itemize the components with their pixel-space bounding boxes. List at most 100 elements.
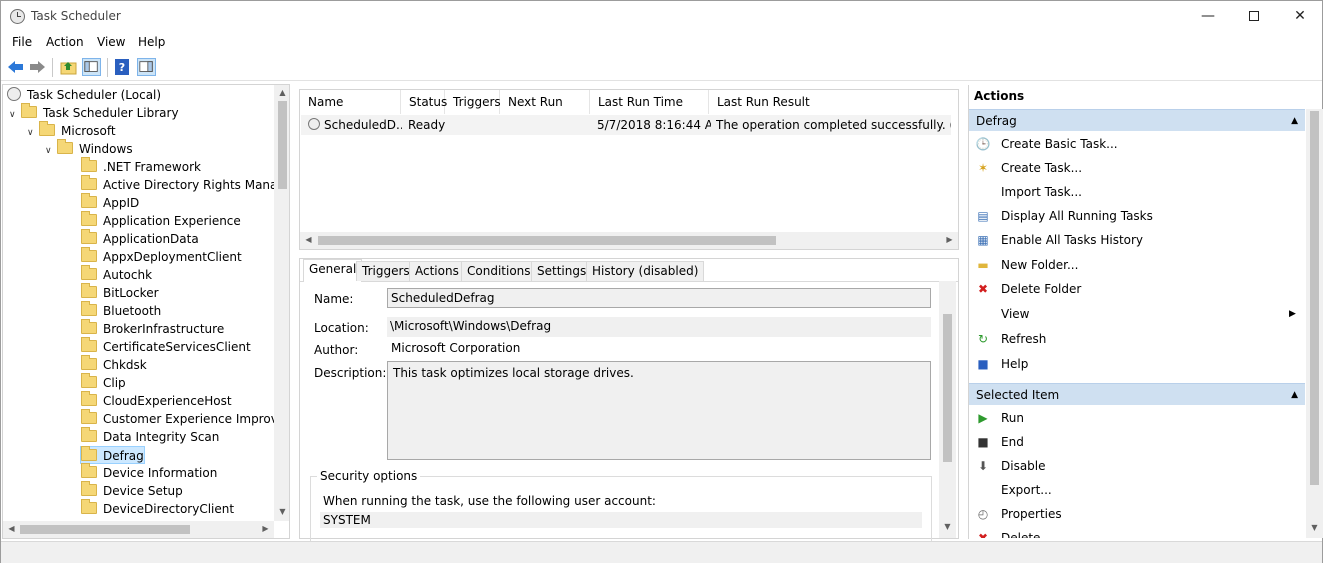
tree-item-folder[interactable]: Chkdsk (81, 355, 147, 374)
menu-help[interactable]: Help (138, 35, 165, 49)
tree-item-folder[interactable]: AppID (81, 193, 139, 212)
close-button[interactable]: ✕ (1277, 1, 1323, 32)
action-item[interactable]: ■ Help (975, 353, 1028, 375)
description-field[interactable]: This task optimizes local storage drives… (387, 361, 931, 460)
tree-item-folder[interactable]: ApplicationData (81, 229, 199, 248)
minimize-button[interactable]: — (1185, 1, 1231, 32)
actions-section-selected-item[interactable]: Selected Item ▲ (969, 383, 1305, 405)
scroll-down-icon[interactable]: ▼ (274, 507, 289, 516)
scroll-right-icon[interactable]: ▶ (257, 524, 274, 533)
tab-settings[interactable]: Settings (531, 261, 593, 281)
menu-view[interactable]: View (97, 35, 125, 49)
tree-item-folder[interactable]: Device Setup (81, 481, 183, 500)
action-item[interactable]: ↻ Refresh (975, 328, 1046, 350)
tree-item-folder[interactable]: Bluetooth (81, 301, 161, 320)
tree-item-folder[interactable]: Application Experience (81, 211, 241, 230)
tree-item-folder[interactable]: Customer Experience Improvem (81, 409, 289, 428)
task-detail-panel: General Triggers Actions Conditions Sett… (299, 258, 959, 546)
maximize-button[interactable] (1231, 1, 1277, 32)
collapse-icon[interactable]: ▲ (1291, 110, 1298, 132)
scroll-right-icon[interactable]: ▶ (941, 235, 958, 244)
tab-actions[interactable]: Actions (409, 261, 465, 281)
scroll-left-icon[interactable]: ◀ (3, 524, 20, 533)
chevron-down-icon[interactable]: ∨ (45, 142, 57, 160)
scroll-down-icon[interactable]: ▼ (1306, 523, 1323, 532)
tree-item-folder[interactable]: Autochk (81, 265, 152, 284)
column-header-last-run-time[interactable]: Last Run Time (590, 90, 709, 114)
tab-triggers[interactable]: Triggers (356, 261, 416, 281)
scrollbar-thumb[interactable] (278, 101, 287, 189)
name-field[interactable]: ScheduledDefrag (387, 288, 931, 308)
scroll-down-icon[interactable]: ▼ (939, 522, 956, 531)
action-label: Help (1001, 357, 1029, 371)
tree-item-folder[interactable]: AppxDeploymentClient (81, 247, 242, 266)
tree-item-folder[interactable]: Active Directory Rights Manager (81, 175, 289, 194)
collapse-icon[interactable]: ▲ (1291, 384, 1298, 406)
folder-icon (81, 229, 97, 244)
tree-item-library[interactable]: ∨ Task Scheduler Library (9, 103, 179, 124)
table-row[interactable]: ScheduledD... Ready 5/7/2018 8:16:44 AM … (301, 115, 951, 135)
column-header-last-run-result[interactable]: Last Run Result (709, 90, 958, 114)
user-account-field[interactable]: SYSTEM (320, 512, 922, 528)
forward-arrow-icon[interactable] (28, 58, 47, 76)
action-item[interactable]: ✶ Create Task... (975, 157, 1082, 179)
scrollbar-thumb[interactable] (318, 236, 776, 245)
tree-vertical-scrollbar[interactable]: ▲ ▼ (274, 85, 289, 521)
tree-item-folder[interactable]: BitLocker (81, 283, 159, 302)
tree-root[interactable]: Task Scheduler (Local) (7, 86, 161, 104)
tree-horizontal-scrollbar[interactable]: ◀ ▶ (3, 521, 274, 538)
scrollbar-thumb[interactable] (20, 525, 190, 534)
tree-item-folder[interactable]: CloudExperienceHost (81, 391, 232, 410)
column-header-name[interactable]: Name (300, 90, 401, 114)
tree-item-folder[interactable]: Clip (81, 373, 126, 392)
menu-file[interactable]: File (12, 35, 32, 49)
menu-action[interactable]: Action (46, 35, 84, 49)
tree-item-folder[interactable]: DeviceDirectoryClient (81, 499, 234, 518)
action-item[interactable]: ▦ Enable All Tasks History (975, 229, 1143, 251)
tree-item-folder[interactable]: BrokerInfrastructure (81, 319, 224, 338)
tree-item-folder[interactable]: .NET Framework (81, 157, 201, 176)
author-field[interactable]: Microsoft Corporation (387, 339, 931, 359)
tree-item-windows[interactable]: ∨ Windows (45, 139, 133, 160)
chevron-down-icon[interactable]: ∨ (27, 124, 39, 142)
action-item[interactable]: ▤ Display All Running Tasks (975, 205, 1153, 227)
column-header-next-run-time[interactable]: Next Run Time (500, 90, 590, 133)
tab-conditions[interactable]: Conditions (461, 261, 537, 281)
tree-item-folder[interactable]: CertificateServicesClient (81, 337, 251, 356)
tab-history[interactable]: History (disabled) (586, 261, 705, 281)
scroll-left-icon[interactable]: ◀ (300, 235, 317, 244)
show-hide-action-pane-icon[interactable] (137, 58, 156, 76)
task-list-horizontal-scrollbar[interactable]: ◀ ▶ (300, 232, 958, 249)
scrollbar-thumb[interactable] (943, 314, 952, 462)
action-item[interactable]: Export... (975, 479, 1052, 501)
action-item[interactable]: Import Task... (975, 181, 1082, 203)
tab-general[interactable]: General (303, 259, 363, 282)
detail-vertical-scrollbar[interactable]: ▼ (939, 281, 956, 538)
action-item[interactable]: ◴ Properties (975, 503, 1062, 525)
chevron-down-icon[interactable]: ∨ (9, 106, 21, 124)
column-header-triggers[interactable]: Triggers (445, 90, 501, 114)
action-item[interactable]: ▶ Run (975, 407, 1024, 429)
action-item[interactable]: 🕒 Create Basic Task... (975, 133, 1118, 155)
action-item[interactable]: View ▶ (975, 303, 1296, 325)
location-field[interactable]: \Microsoft\Windows\Defrag (387, 317, 931, 337)
show-hide-console-tree-icon[interactable] (82, 58, 101, 76)
tree-item-microsoft[interactable]: ∨ Microsoft (27, 121, 116, 142)
column-header-status[interactable]: Status (401, 90, 447, 114)
tree-item-folder[interactable]: Device Information (81, 463, 217, 482)
tree-item-folder[interactable]: Defrag (80, 446, 145, 464)
tree-item-label: AppxDeploymentClient (103, 250, 242, 264)
action-item[interactable]: ✖ Delete Folder (975, 278, 1081, 300)
actions-vertical-scrollbar[interactable]: ▼ (1306, 109, 1323, 538)
action-item[interactable]: ■ End (975, 431, 1023, 453)
action-item[interactable]: ⬇ Disable (975, 455, 1046, 477)
up-folder-icon[interactable] (59, 58, 78, 76)
action-item[interactable]: ✖ Delete (975, 527, 1040, 538)
action-item[interactable]: ▬ New Folder... (975, 254, 1078, 276)
tree-item-folder[interactable]: Data Integrity Scan (81, 427, 219, 446)
back-arrow-icon[interactable] (6, 58, 25, 76)
scroll-up-icon[interactable]: ▲ (274, 88, 289, 97)
scrollbar-thumb[interactable] (1310, 111, 1319, 485)
actions-section-defrag[interactable]: Defrag ▲ (969, 109, 1305, 131)
help-icon[interactable]: ? (113, 58, 132, 76)
